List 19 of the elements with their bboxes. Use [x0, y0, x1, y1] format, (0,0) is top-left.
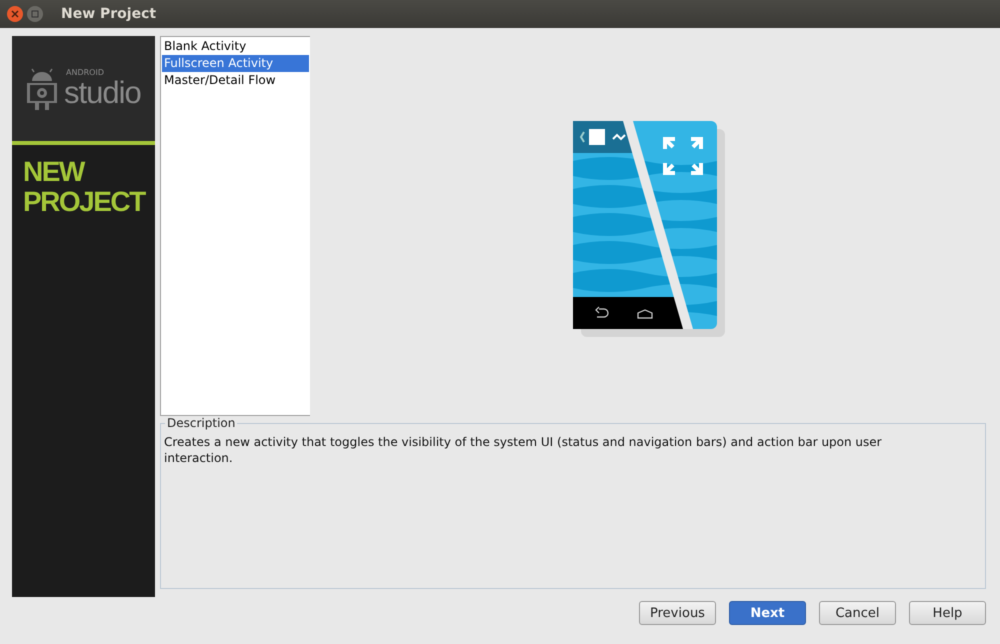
dialog-button[interactable]: Help — [909, 601, 986, 625]
android-robot-icon — [24, 66, 60, 110]
template-list-item[interactable]: Blank Activity — [162, 38, 309, 55]
template-list-item[interactable]: Master/Detail Flow — [162, 72, 309, 89]
dialog-button[interactable]: Previous — [639, 601, 716, 625]
banner-heading: PROJECT — [23, 187, 145, 217]
brand-name: studio — [64, 77, 141, 108]
close-icon — [11, 10, 19, 18]
description-title: Description — [165, 416, 238, 430]
close-button[interactable] — [7, 6, 23, 22]
window-title: New Project — [61, 6, 156, 22]
dialog-button[interactable]: Next — [729, 601, 806, 625]
banner-heading: NEW — [23, 157, 84, 187]
template-list-item[interactable]: Fullscreen Activity — [162, 55, 309, 72]
description-text: Creates a new activity that toggles the visibility of the system UI (status and navigation bars) and action bar upon user interaction. — [164, 434, 883, 466]
minimize-button[interactable] — [27, 6, 43, 22]
dialog-button[interactable]: Cancel — [819, 601, 896, 625]
minimize-icon — [31, 10, 39, 18]
brand-caption: ANDROID — [66, 69, 105, 77]
